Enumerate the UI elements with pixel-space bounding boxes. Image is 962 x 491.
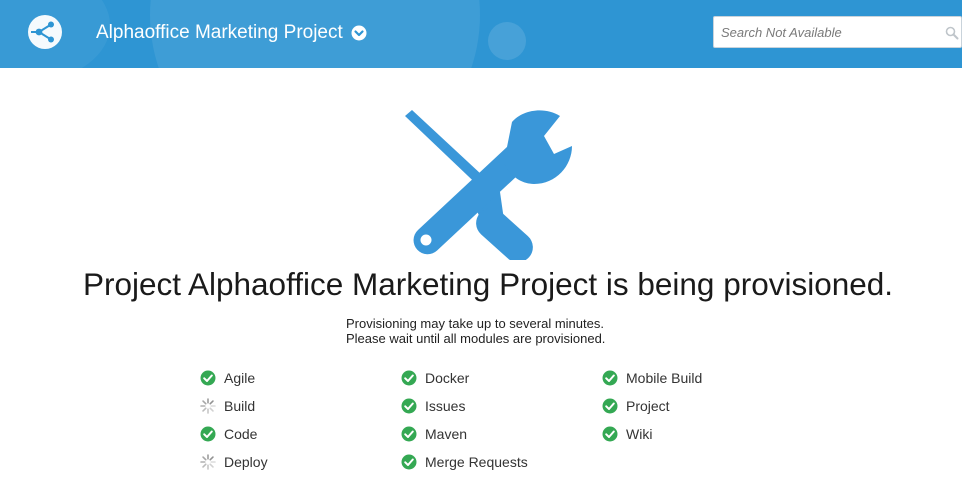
module-item-issues: Issues [401,396,465,416]
module-item-agile: Agile [200,368,255,388]
module-item-wiki: Wiki [602,424,652,444]
header-decoration [488,22,526,60]
module-item-project: Project [602,396,670,416]
module-item-deploy: Deploy [200,452,268,472]
check-circle-icon [602,370,618,386]
check-circle-icon [401,454,417,470]
module-item-mobile-build: Mobile Build [602,368,702,388]
module-label: Issues [425,398,466,414]
module-item-docker: Docker [401,368,469,388]
wrench-screwdriver-icon [405,110,572,260]
share-nodes-logo-icon[interactable] [27,14,63,50]
module-label: Build [224,398,256,414]
project-switcher[interactable]: Alphaoffice Marketing Project [96,20,367,46]
module-label: Agile [224,370,256,386]
search-icon [945,26,959,40]
module-item-code: Code [200,424,257,444]
module-item-merge-requests: Merge Requests [401,452,528,472]
module-label: Mobile Build [626,370,703,386]
module-status-list: Agile Build Code Deploy Docker Issues Ma… [200,368,760,480]
subtext-line: Please wait until all modules are provis… [346,331,606,346]
check-circle-icon [602,398,618,414]
module-label: Maven [425,426,468,442]
module-label: Docker [425,370,470,386]
chevron-down-circle-icon[interactable] [351,25,367,41]
check-circle-icon [401,398,417,414]
module-label: Project [626,398,670,414]
module-label: Merge Requests [425,454,528,470]
module-label: Code [224,426,258,442]
top-header-bar: Alphaoffice Marketing Project [0,0,962,68]
check-circle-icon [401,370,417,386]
check-circle-icon [602,426,618,442]
module-item-maven: Maven [401,424,467,444]
module-item-build: Build [200,396,255,416]
provisioning-headline: Project Alphaoffice Marketing Project is… [82,266,894,302]
module-label: Deploy [224,454,268,470]
check-circle-icon [200,370,216,386]
loading-spinner-icon [200,398,216,414]
search-box[interactable] [713,16,962,48]
module-label: Wiki [626,426,653,442]
loading-spinner-icon [200,454,216,470]
project-title[interactable]: Alphaoffice Marketing Project [96,22,343,44]
provisioning-subtext: Provisioning may take up to several minu… [346,316,746,346]
check-circle-icon [200,426,216,442]
search-input[interactable] [714,17,961,47]
check-circle-icon [401,426,417,442]
subtext-line: Provisioning may take up to several minu… [346,316,604,331]
